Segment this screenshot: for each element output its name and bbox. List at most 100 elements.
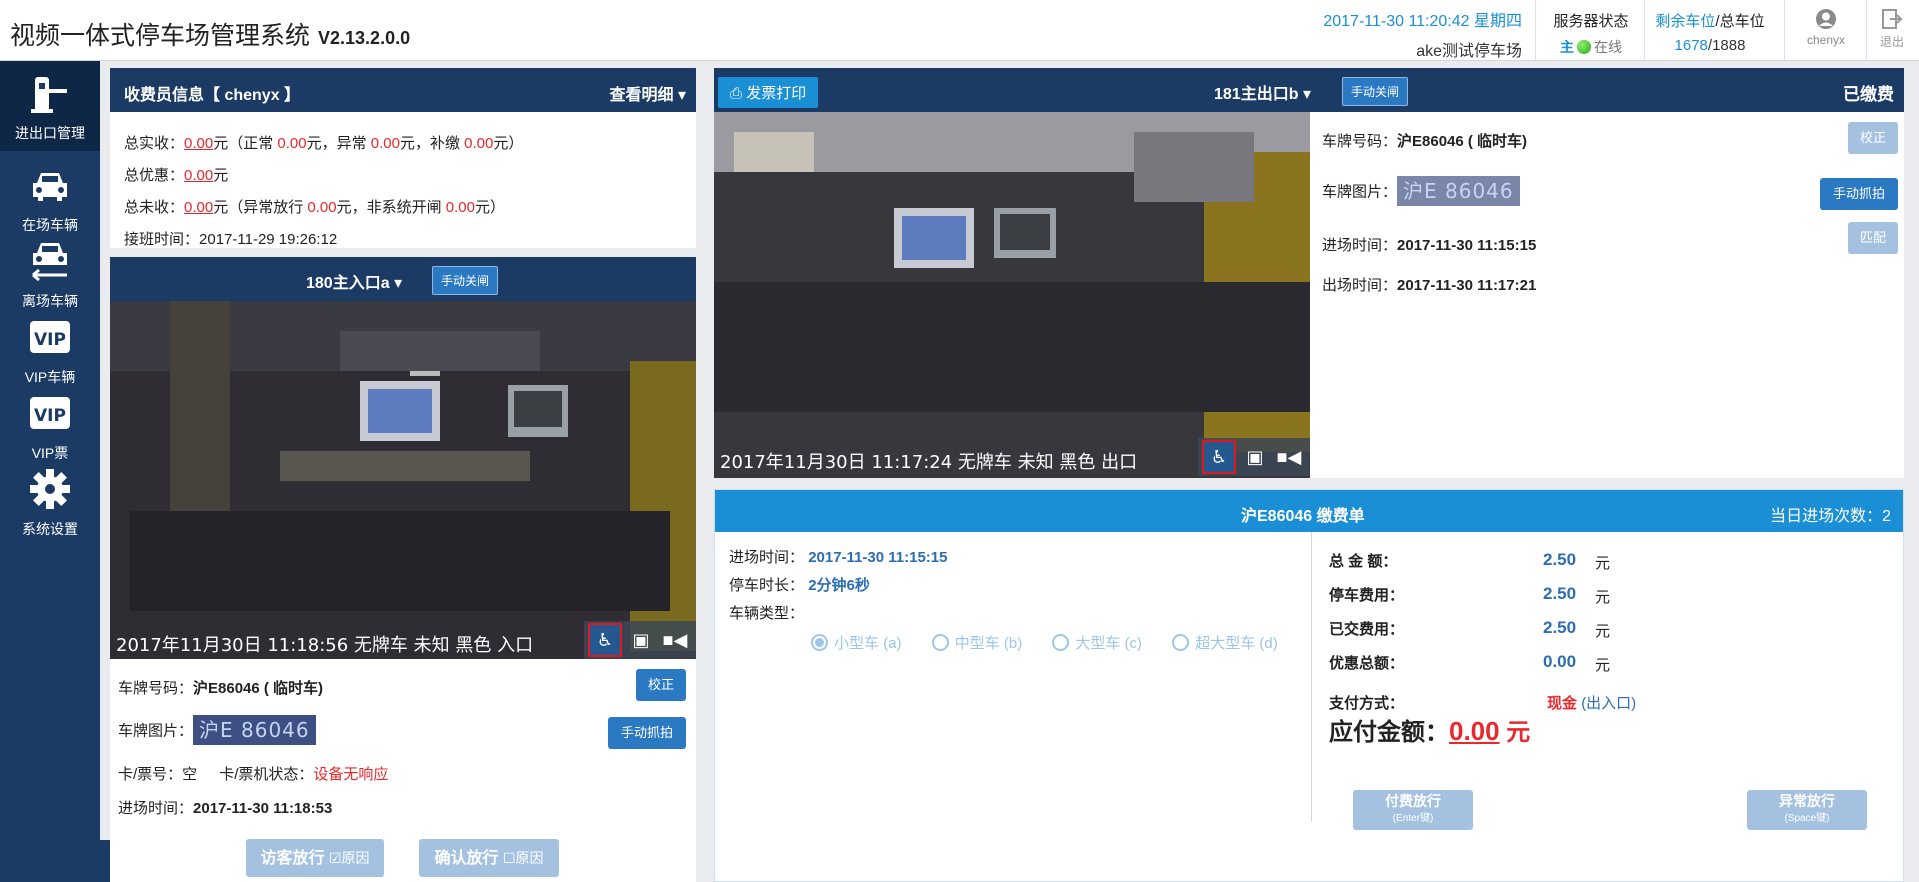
server-online-text: 在线: [1594, 39, 1622, 55]
exit-lane-panel: ⎙ 发票打印 181主出口b ▾ 手动关闸 已缴费 2017年11月30日 11…: [714, 68, 1904, 478]
exit-plate-value: 沪E86046 ( 临时车): [1397, 133, 1528, 150]
sidebar-item-label: 系统设置: [22, 521, 78, 537]
car-leave-icon: [32, 243, 67, 282]
server-role: 主: [1560, 39, 1574, 55]
radio-icon: [1052, 634, 1070, 651]
exit-camera-toolbar: ♿ ▣ ■◀: [1198, 438, 1310, 476]
total-spaces-count: /1888: [1707, 37, 1746, 54]
view-details-link[interactable]: 查看明细 ▾: [610, 81, 687, 105]
bill-panel: 沪E86046 缴费单 当日进场次数：2 进场时间： 2017-11-30 11…: [714, 489, 1904, 882]
sidebar-item-gate-management[interactable]: 进出口管理: [0, 61, 100, 151]
free-spaces-count: 1678: [1674, 37, 1708, 54]
server-status-label: 服务器状态: [1553, 13, 1629, 30]
entry-manual-close-button[interactable]: 手动关闸: [432, 266, 499, 295]
entry-correct-button[interactable]: 校正: [636, 669, 686, 701]
camera-feed-image: [110, 301, 696, 659]
logout-icon: [1882, 9, 1903, 29]
entry-lane-panel: 180主入口a ▾ 手动关闸 2017年11月30日 11:18:56 无牌车 …: [110, 257, 696, 882]
parking-fee-value: 2.50: [1543, 584, 1577, 603]
total-spaces-label: /总车位: [1715, 13, 1765, 30]
confirm-reason-checkbox[interactable]: ☐原因: [503, 850, 544, 866]
user-avatar-icon: [1816, 9, 1836, 29]
exit-manual-capture-button[interactable]: 手动抓拍: [1820, 178, 1898, 210]
bill-entry-time-row: 进场时间： 2017-11-30 11:15:15: [729, 549, 948, 566]
camera-feed-image: [714, 112, 1310, 478]
chevron-down-icon: ▾: [394, 275, 403, 292]
yuan-label: 元: [1595, 623, 1611, 640]
entry-camera-view: 2017年11月30日 11:18:56 无牌车 未知 黑色 入口 ♿ ▣ ■◀: [110, 301, 696, 659]
online-indicator-icon: [1577, 40, 1591, 54]
exit-correct-button[interactable]: 校正: [1848, 122, 1898, 154]
app-title: 视频一体式停车场管理系统 V2.13.2.0.0: [10, 22, 411, 50]
total-uncollected-row: 总未收：0.00元（异常放行 0.00元，非系统开闸 0.00元）: [124, 199, 505, 216]
entry-time-row: 进场时间：2017-11-30 11:18:53: [118, 800, 333, 817]
entry-camera-caption: 2017年11月30日 11:18:56 无牌车 未知 黑色 入口: [116, 635, 534, 656]
paid-amount-value: 2.50: [1543, 618, 1577, 637]
vehicle-type-medium[interactable]: 中型车 (b): [931, 634, 1049, 652]
exit-plate-image-row: 车牌图片： 沪E 86046: [1322, 176, 1520, 206]
visitor-reason-checkbox[interactable]: ☑原因: [329, 850, 370, 866]
datetime-block: 2017-11-30 11:20:42 星期四 ake测试停车场: [1300, 7, 1522, 61]
exit-lane-select[interactable]: 181主出口b ▾: [1214, 80, 1311, 104]
exit-camera-view: 2017年11月30日 11:17:24 无牌车 未知 黑色 出口 ♿ ▣ ■◀: [714, 112, 1310, 478]
logout-button[interactable]: 退出: [1868, 8, 1916, 50]
entry-plate-image[interactable]: 沪E 86046: [193, 715, 316, 745]
abnormal-release-button[interactable]: 异常放行 (Space键): [1747, 790, 1867, 830]
bill-header: 沪E86046 缴费单 当日进场次数：2: [715, 490, 1903, 532]
free-spaces-label: 剩余车位: [1655, 13, 1716, 30]
bill-divider: [1311, 532, 1312, 822]
vip-ticket-icon: VIP: [30, 397, 70, 429]
exit-time-row: 出场时间：2017-11-30 11:17:21: [1322, 277, 1537, 294]
video-icon[interactable]: ■◀: [660, 625, 690, 655]
discount-total-value: 0.00: [1543, 652, 1577, 671]
manual-gate-icon[interactable]: ♿: [1202, 440, 1236, 474]
image-icon[interactable]: ▣: [1240, 442, 1270, 472]
exit-plate-image[interactable]: 沪E 86046: [1397, 176, 1520, 206]
divider: [1866, 0, 1867, 60]
visitor-release-button[interactable]: 访客放行 ☑原因: [246, 839, 384, 877]
vehicle-type-label: 车辆类型：: [729, 605, 805, 622]
image-icon[interactable]: ▣: [626, 625, 656, 655]
cashier-panel: 收费员信息【 chenyx 】 查看明细 ▾ 总实收：0.00元（正常 0.00…: [110, 68, 696, 248]
sidebar-item-settings[interactable]: 系统设置: [0, 457, 100, 547]
chevron-down-icon: ▾: [1302, 86, 1311, 103]
total-amount-label: 总 金 额：: [1329, 553, 1398, 570]
card-row: 卡/票号：空 卡/票机状态：设备无响应: [118, 766, 389, 783]
radio-icon: [1172, 634, 1190, 651]
entry-plate-value: 沪E86046 ( 临时车): [193, 680, 324, 697]
entry-lane-select[interactable]: 180主入口a ▾: [306, 269, 402, 293]
radio-icon: [931, 634, 949, 651]
current-datetime: 2017-11-30 11:20:42 星期四: [1323, 13, 1522, 30]
vehicle-type-xlarge[interactable]: 超大型车 (d): [1172, 634, 1304, 652]
app-version: V2.13.2.0.0: [318, 28, 411, 48]
vip-icon: VIP: [30, 321, 70, 353]
yuan-label: 元: [1595, 555, 1611, 572]
exit-manual-close-button[interactable]: 手动关闸: [1342, 77, 1409, 106]
manual-gate-icon[interactable]: ♿: [588, 623, 622, 657]
pay-release-button[interactable]: 付费放行 (Enter键): [1353, 790, 1473, 830]
video-icon[interactable]: ■◀: [1274, 442, 1304, 472]
lot-name: ake测试停车场: [1416, 43, 1522, 60]
gear-icon: [30, 469, 70, 509]
payment-method-label: 支付方式：: [1329, 695, 1405, 712]
yuan-label: 元: [1595, 657, 1611, 674]
amount-due-value: 0.00: [1449, 716, 1500, 746]
match-button[interactable]: 匹配: [1848, 222, 1898, 254]
entry-manual-capture-button[interactable]: 手动抓拍: [608, 717, 686, 749]
divider: [1644, 0, 1645, 60]
today-entry-count: 当日进场次数：2: [1770, 508, 1891, 525]
top-bar: 视频一体式停车场管理系统 V2.13.2.0.0 2017-11-30 11:20…: [0, 0, 1919, 61]
parking-duration-row: 停车时长： 2分钟6秒: [729, 577, 870, 594]
total-discount-row: 总优惠：0.00元: [124, 167, 229, 184]
vehicle-type-small[interactable]: 小型车 (a): [811, 634, 928, 652]
user-menu[interactable]: chenyx: [1788, 8, 1864, 47]
shift-time-row: 接班时间：2017-11-29 19:26:12: [124, 231, 338, 248]
confirm-release-button[interactable]: 确认放行 ☐原因: [419, 839, 559, 877]
cashier-title: 收费员信息【 chenyx 】: [124, 87, 301, 104]
divider: [1784, 0, 1785, 60]
payment-method-value: 现金 (出入口): [1547, 695, 1637, 712]
vehicle-type-large[interactable]: 大型车 (c): [1052, 634, 1168, 652]
invoice-print-button[interactable]: ⎙ 发票打印: [718, 77, 819, 108]
exit-plate-row: 车牌号码：沪E86046 ( 临时车): [1322, 133, 1528, 150]
car-icon: [33, 173, 67, 201]
